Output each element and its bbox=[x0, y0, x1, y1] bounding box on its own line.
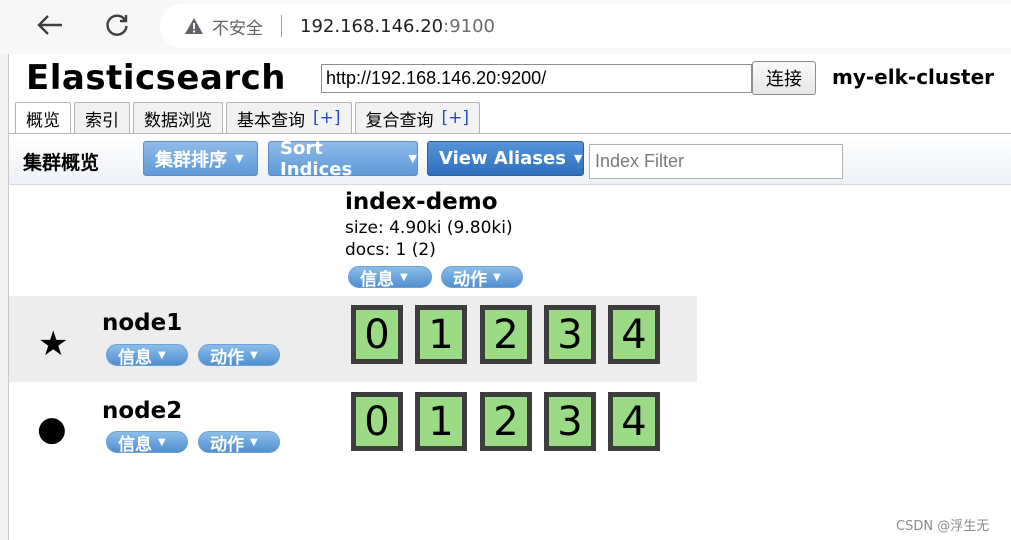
shard-box[interactable]: 0 bbox=[351, 305, 403, 364]
button-label: 集群排序 bbox=[155, 149, 227, 171]
add-basic-query-link[interactable]: [+] bbox=[313, 108, 341, 128]
caret-down-icon: ▼ bbox=[493, 271, 501, 283]
button-label: 动作 bbox=[210, 347, 244, 366]
add-compound-query-link[interactable]: [+] bbox=[442, 108, 470, 128]
shard-box[interactable]: 2 bbox=[480, 392, 532, 451]
shard-box[interactable]: 4 bbox=[608, 392, 660, 451]
tab-indices[interactable]: 索引 bbox=[74, 102, 130, 133]
button-label: View Aliases bbox=[439, 148, 566, 169]
tab-browser[interactable]: 数据浏览 bbox=[133, 102, 223, 133]
connection-url-input[interactable] bbox=[321, 64, 752, 93]
tab-label: 基本查询 bbox=[237, 110, 305, 131]
master-star-icon: ★ bbox=[38, 324, 69, 364]
node-name: node2 bbox=[102, 398, 183, 424]
shard-box[interactable]: 1 bbox=[415, 305, 467, 364]
address-divider bbox=[281, 15, 282, 37]
node-info-button[interactable]: 信息 ▼ bbox=[106, 344, 188, 366]
tab-label: 数据浏览 bbox=[144, 110, 212, 131]
back-arrow-icon[interactable] bbox=[33, 8, 67, 42]
caret-down-icon: ▼ bbox=[573, 152, 583, 165]
warning-icon bbox=[185, 18, 203, 34]
shard-box[interactable]: 1 bbox=[415, 392, 467, 451]
button-label: 信息 bbox=[360, 269, 394, 288]
caret-down-icon: ▼ bbox=[158, 436, 166, 448]
shard-box[interactable]: 4 bbox=[608, 305, 660, 364]
node-name: node1 bbox=[102, 310, 183, 336]
tab-label: 索引 bbox=[85, 110, 119, 131]
watermark: CSDN @浮生无 bbox=[896, 519, 990, 534]
node-action-button[interactable]: 动作 ▼ bbox=[198, 344, 280, 366]
security-indicator[interactable]: 不安全 bbox=[184, 14, 263, 39]
cluster-overview-label: 集群概览 bbox=[23, 152, 100, 174]
index-filter-input[interactable] bbox=[589, 144, 843, 179]
caret-down-icon: ▼ bbox=[250, 436, 258, 448]
address-bar[interactable]: 不安全 192.168.146.20:9100 bbox=[160, 4, 1011, 48]
sort-cluster-button[interactable]: 集群排序 ▼ bbox=[143, 141, 258, 176]
not-secure-label: 不安全 bbox=[212, 18, 263, 39]
main-tabs: 概览 索引 数据浏览 基本查询 [+] 复合查询 [+] bbox=[15, 102, 483, 134]
caret-down-icon: ▼ bbox=[400, 271, 408, 283]
view-aliases-button[interactable]: View Aliases ▼ bbox=[427, 141, 584, 176]
left-edge-panel bbox=[0, 54, 9, 540]
node-circle-icon: ● bbox=[37, 409, 67, 449]
shard-box[interactable]: 0 bbox=[351, 392, 403, 451]
caret-down-icon: ▼ bbox=[250, 349, 258, 361]
app-title: Elasticsearch bbox=[26, 58, 286, 98]
caret-down-icon: ▼ bbox=[408, 152, 417, 165]
cluster-name: my-elk-cluster bbox=[832, 65, 995, 89]
node-info-button[interactable]: 信息 ▼ bbox=[106, 431, 188, 453]
index-name: index-demo bbox=[345, 189, 498, 215]
index-action-button[interactable]: 动作 ▼ bbox=[441, 266, 523, 288]
connect-button[interactable]: 连接 bbox=[752, 61, 816, 95]
index-docs: docs: 1 (2) bbox=[345, 240, 436, 260]
button-label: 信息 bbox=[118, 347, 152, 366]
node-action-button[interactable]: 动作 ▼ bbox=[198, 431, 280, 453]
button-label: 动作 bbox=[453, 269, 487, 288]
button-label: 信息 bbox=[118, 434, 152, 453]
url-host: 192.168.146.20 bbox=[300, 15, 444, 37]
reload-icon[interactable] bbox=[100, 8, 134, 42]
caret-down-icon: ▼ bbox=[158, 349, 166, 361]
index-info-button[interactable]: 信息 ▼ bbox=[348, 266, 432, 288]
shard-box[interactable]: 2 bbox=[480, 305, 532, 364]
sort-indices-button[interactable]: Sort Indices ▼ bbox=[268, 138, 418, 180]
shard-box[interactable]: 3 bbox=[544, 392, 596, 451]
browser-toolbar: 不安全 192.168.146.20:9100 bbox=[0, 0, 1011, 54]
button-label: Sort Indices bbox=[280, 137, 353, 180]
url-port: :9100 bbox=[443, 15, 496, 37]
tab-basic-query[interactable]: 基本查询 [+] bbox=[226, 102, 352, 133]
tab-label: 概览 bbox=[26, 111, 60, 131]
shard-box[interactable]: 3 bbox=[544, 305, 596, 364]
tab-compound-query[interactable]: 复合查询 [+] bbox=[354, 102, 481, 133]
index-size: size: 4.90ki (9.80ki) bbox=[345, 218, 513, 238]
tab-overview[interactable]: 概览 bbox=[15, 102, 71, 134]
button-label: 动作 bbox=[210, 434, 244, 453]
caret-down-icon: ▼ bbox=[235, 152, 244, 165]
tab-label: 复合查询 bbox=[365, 110, 434, 131]
